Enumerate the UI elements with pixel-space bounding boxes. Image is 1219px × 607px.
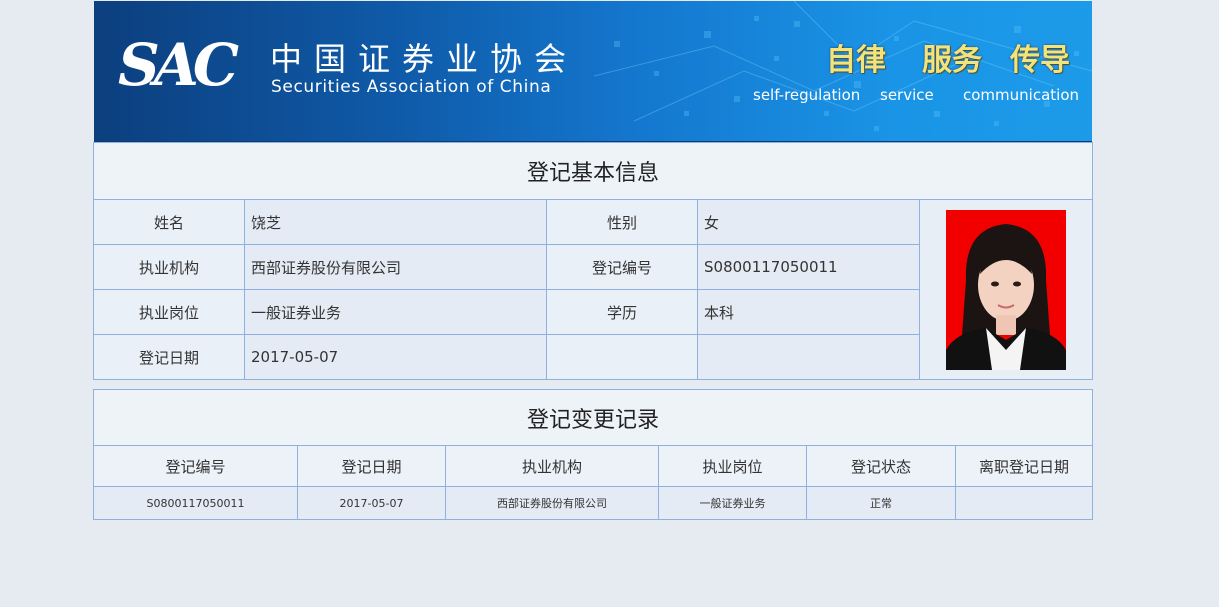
cell-status: 正常 xyxy=(806,486,956,520)
org-name-cn: 中国证券业协会 xyxy=(270,40,579,78)
slogan-en-2: service xyxy=(880,86,934,104)
column-header-org: 执业机构 xyxy=(445,445,659,487)
basic-info-title: 登记基本信息 xyxy=(93,142,1093,200)
reg-date-value: 2017-05-07 xyxy=(244,334,547,380)
change-records-title: 登记变更记录 xyxy=(93,389,1093,446)
slogan-en-3: communication xyxy=(963,86,1080,104)
basic-info-table: 登记基本信息 姓名 饶芝 性别 女 执业机构 西部证券股份有限公司 登记编号 S… xyxy=(93,142,1093,380)
change-records-table: 登记变更记录 登记编号 登记日期 执业机构 执业岗位 登记状态 离职登记日期 S… xyxy=(93,389,1093,520)
column-header-leave-date: 离职登记日期 xyxy=(955,445,1093,487)
slogan-en-1: self-regulation xyxy=(753,86,861,104)
slogan-cn-2: 服务 xyxy=(922,43,982,78)
empty-cell xyxy=(697,334,920,380)
column-header-reg-date: 登记日期 xyxy=(297,445,446,487)
education-value: 本科 xyxy=(697,289,920,335)
gender-label: 性别 xyxy=(546,199,698,245)
empty-cell xyxy=(546,334,698,380)
reg-date-label: 登记日期 xyxy=(93,334,245,380)
slogan-cn-1: 自律 xyxy=(826,43,886,78)
sac-logo: SAC xyxy=(118,31,239,99)
org-label: 执业机构 xyxy=(93,244,245,290)
position-value: 一般证券业务 xyxy=(244,289,547,335)
change-records-header-row: 登记编号 登记日期 执业机构 执业岗位 登记状态 离职登记日期 xyxy=(93,445,1093,487)
cell-leave-date xyxy=(955,486,1093,520)
table-row: S0800117050011 2017-05-07 西部证券股份有限公司 一般证… xyxy=(93,486,1093,520)
slogan-cn-3: 传导 xyxy=(1010,43,1070,78)
education-label: 学历 xyxy=(546,289,698,335)
position-label: 执业岗位 xyxy=(93,289,245,335)
cell-org: 西部证券股份有限公司 xyxy=(445,486,659,520)
reg-no-label: 登记编号 xyxy=(546,244,698,290)
cell-reg-date: 2017-05-07 xyxy=(297,486,446,520)
column-header-position: 执业岗位 xyxy=(658,445,807,487)
column-header-reg-no: 登记编号 xyxy=(93,445,298,487)
column-header-status: 登记状态 xyxy=(806,445,956,487)
cell-reg-no: S0800117050011 xyxy=(93,486,298,520)
gender-value: 女 xyxy=(697,199,920,245)
name-value: 饶芝 xyxy=(244,199,547,245)
org-value: 西部证券股份有限公司 xyxy=(244,244,547,290)
header-banner: SAC 中国证券业协会 Securities Association of Ch… xyxy=(94,1,1092,143)
photo-cell xyxy=(919,199,1093,380)
name-label: 姓名 xyxy=(93,199,245,245)
org-name-en: Securities Association of China xyxy=(271,77,552,97)
reg-no-value: S0800117050011 xyxy=(697,244,920,290)
profile-photo xyxy=(946,209,1066,370)
cell-position: 一般证券业务 xyxy=(658,486,807,520)
